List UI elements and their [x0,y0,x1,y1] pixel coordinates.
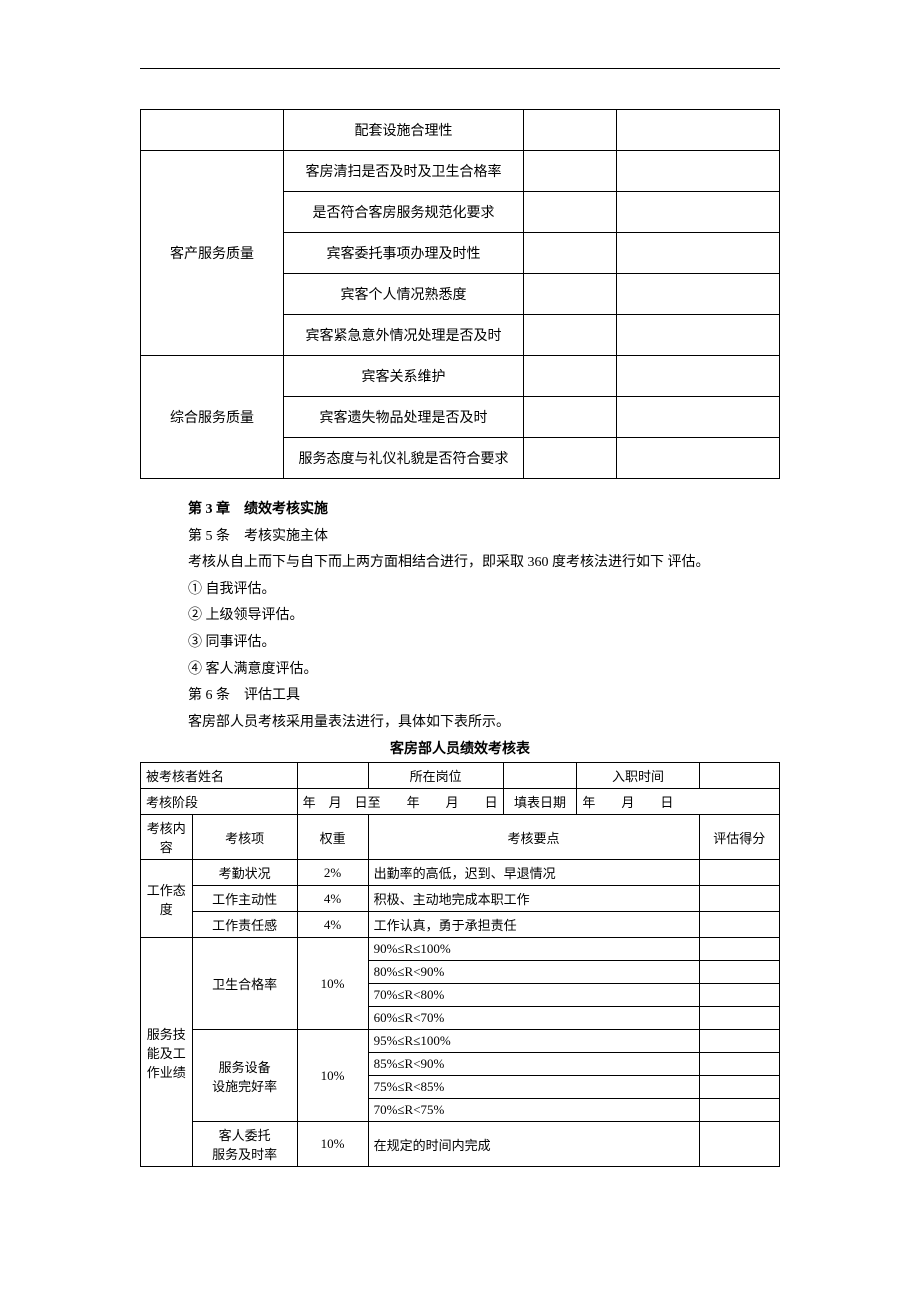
weight-cell: 2% [297,860,368,886]
page-top-rule [140,68,780,69]
item-cell: 服务设备设施完好率 [192,1030,297,1122]
weight-cell: 4% [297,912,368,938]
point-cell: 95%≤R≤100% [368,1030,699,1053]
label-fill-date: 填表日期 [503,789,577,815]
chapter-title: 第 3 章 绩效考核实施 [188,497,780,524]
item-cell: 工作主动性 [192,886,297,912]
col-weight: 权重 [297,815,368,860]
cell: 是否符合客房服务规范化要求 [284,192,524,233]
table-row: 服务设备设施完好率 10% 95%≤R≤100% [141,1030,780,1053]
point-cell: 70%≤R<80% [368,984,699,1007]
point-cell: 在规定的时间内完成 [368,1122,699,1167]
list-item: ④ 客人满意度评估。 [188,657,780,684]
cell: 宾客紧急意外情况处理是否及时 [284,315,524,356]
table-row: 综合服务质量 宾客关系维护 [141,356,780,397]
point-cell: 出勤率的高低，迟到、早退情况 [368,860,699,886]
list-item: ② 上级领导评估。 [188,603,780,630]
cell: 配套设施合理性 [284,110,524,151]
point-cell: 75%≤R<85% [368,1076,699,1099]
article-heading: 第 5 条 考核实施主体 [188,524,780,551]
cell: 宾客关系维护 [284,356,524,397]
point-cell: 90%≤R≤100% [368,938,699,961]
item-cell: 工作责任感 [192,912,297,938]
item-cell: 考勤状况 [192,860,297,886]
table-row: 工作态度 考勤状况 2% 出勤率的高低，迟到、早退情况 [141,860,780,886]
point-cell: 80%≤R<90% [368,961,699,984]
list-item: ③ 同事评估。 [188,630,780,657]
table-row: 考核阶段 年 月 日至 年 月 日 填表日期 年 月 日 [141,789,780,815]
weight-cell: 4% [297,886,368,912]
col-content: 考核内容 [141,815,193,860]
label-name: 被考核者姓名 [141,763,298,789]
item-cell: 卫生合格率 [192,938,297,1030]
document-page: 配套设施合理性 客产服务质量 客房清扫是否及时及卫生合格率 是否符合客房服务规范… [70,0,850,1235]
table-row: 客人委托服务及时率 10% 在规定的时间内完成 [141,1122,780,1167]
table-row: 服务技能及工作业绩 卫生合格率 10% 90%≤R≤100% [141,938,780,961]
criteria-table: 配套设施合理性 客产服务质量 客房清扫是否及时及卫生合格率 是否符合客房服务规范… [140,109,780,479]
cell: 宾客委托事项办理及时性 [284,233,524,274]
table-row: 配套设施合理性 [141,110,780,151]
col-points: 考核要点 [368,815,699,860]
cell: 客房清扫是否及时及卫生合格率 [284,151,524,192]
value-fill-date: 年 月 日 [577,789,780,815]
table-row: 工作责任感 4% 工作认真，勇于承担责任 [141,912,780,938]
label-period: 考核阶段 [141,789,298,815]
item-cell: 客人委托服务及时率 [192,1122,297,1167]
col-score: 评估得分 [699,815,780,860]
cell: 宾客个人情况熟悉度 [284,274,524,315]
col-item: 考核项 [192,815,297,860]
point-cell: 70%≤R<75% [368,1099,699,1122]
list-item: ① 自我评估。 [188,577,780,604]
point-cell: 工作认真，勇于承担责任 [368,912,699,938]
body-text: 第 3 章 绩效考核实施 第 5 条 考核实施主体 考核从自上而下与自下而上两方… [140,497,780,736]
category-cell: 客产服务质量 [141,151,284,356]
label-entry-time: 入职时间 [577,763,699,789]
paragraph: 考核从自上而下与自下而上两方面相结合进行，即采取 360 度考核法进行如下 评估… [188,550,780,577]
evaluation-table: 被考核者姓名 所在岗位 入职时间 考核阶段 年 月 日至 年 月 日 填表日期 … [140,762,780,1167]
weight-cell: 10% [297,1030,368,1122]
table-title: 客房部人员绩效考核表 [140,738,780,758]
cell: 服务态度与礼仪礼貌是否符合要求 [284,438,524,479]
weight-cell: 10% [297,1122,368,1167]
category-cell: 服务技能及工作业绩 [141,938,193,1167]
point-cell: 85%≤R<90% [368,1053,699,1076]
category-cell: 综合服务质量 [141,356,284,479]
label-position: 所在岗位 [368,763,503,789]
value-period: 年 月 日至 年 月 日 [297,789,503,815]
table-row: 被考核者姓名 所在岗位 入职时间 [141,763,780,789]
table-row: 工作主动性 4% 积极、主动地完成本职工作 [141,886,780,912]
category-cell: 工作态度 [141,860,193,938]
point-cell: 积极、主动地完成本职工作 [368,886,699,912]
paragraph: 客房部人员考核采用量表法进行，具体如下表所示。 [188,710,780,737]
cell: 宾客遗失物品处理是否及时 [284,397,524,438]
point-cell: 60%≤R<70% [368,1007,699,1030]
article-heading: 第 6 条 评估工具 [188,683,780,710]
weight-cell: 10% [297,938,368,1030]
table-row: 客产服务质量 客房清扫是否及时及卫生合格率 [141,151,780,192]
table-row: 考核内容 考核项 权重 考核要点 评估得分 [141,815,780,860]
